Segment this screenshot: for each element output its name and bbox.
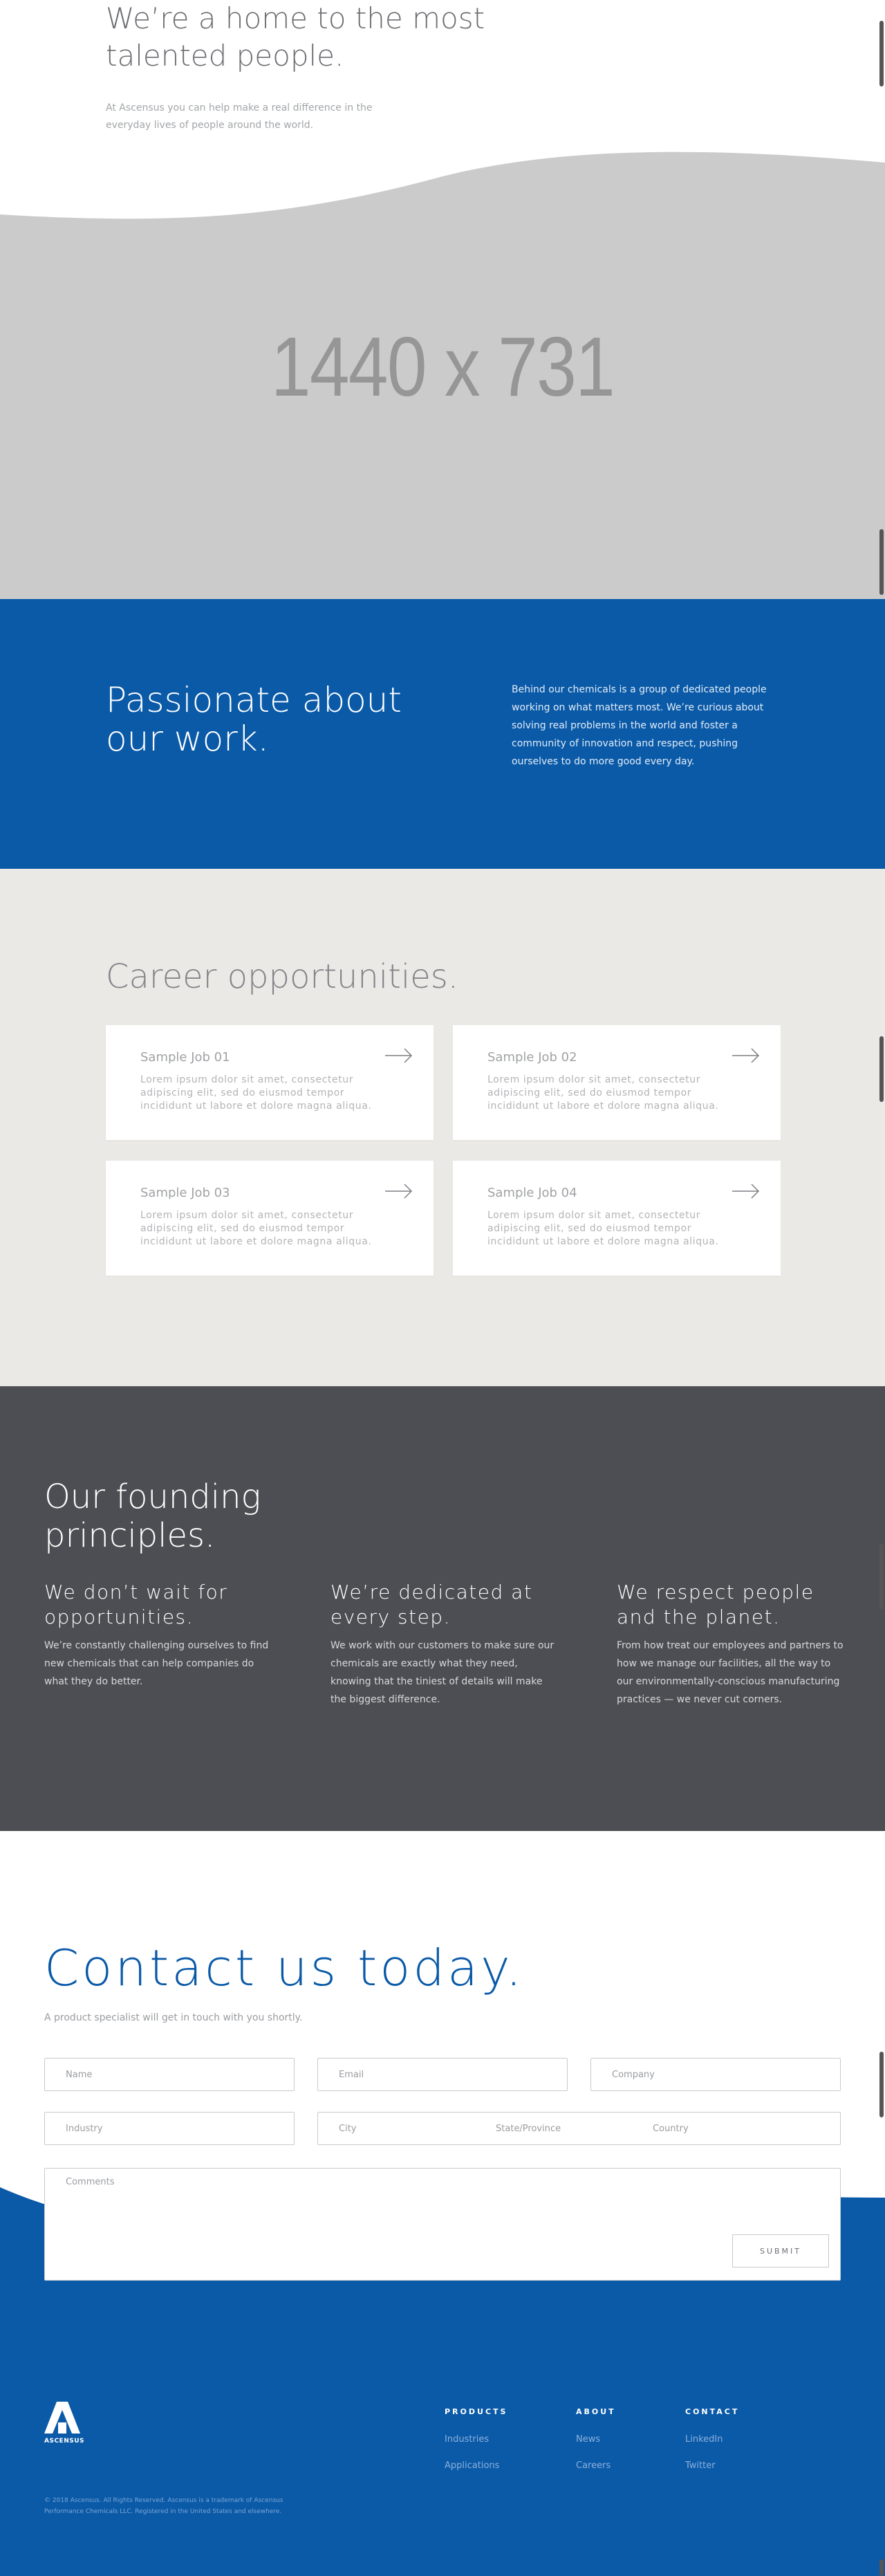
submit-button[interactable]: SUBMIT — [732, 2234, 829, 2267]
footer-column-title: PRODUCTS — [445, 2407, 508, 2416]
scrollbar-thumb[interactable] — [879, 529, 884, 595]
arrow-right-icon[interactable] — [732, 1047, 760, 1064]
scrollbar-thumb[interactable] — [879, 1544, 884, 1610]
comments-field[interactable] — [66, 2177, 688, 2267]
footer-link-linkedin[interactable]: LinkedIn — [685, 2434, 739, 2445]
footer-logo[interactable]: ASCENSUS — [44, 2402, 88, 2445]
arrow-right-icon[interactable] — [385, 1047, 413, 1064]
passion-text: Behind our chemicals is a group of dedic… — [512, 684, 767, 767]
job-card[interactable]: Sample Job 02 Lorem ipsum dolor sit amet… — [453, 1025, 781, 1140]
scrollbar-thumb[interactable] — [879, 1036, 884, 1102]
footer-link-applications[interactable]: Applications — [445, 2460, 507, 2471]
scrollbar-thumb[interactable] — [879, 21, 884, 86]
scrollbar-thumb[interactable] — [879, 2559, 884, 2576]
footer-link-careers[interactable]: Careers — [576, 2460, 616, 2471]
job-description: Lorem ipsum dolor sit amet, consectetur … — [140, 1210, 372, 1247]
passion-section: Passionate about our work. Behind our ch… — [0, 599, 885, 869]
principle-text: We work with our customers to make sure … — [330, 1640, 555, 1705]
arrow-right-icon[interactable] — [385, 1183, 413, 1199]
principle-title: We’re dedicated at every step. — [330, 1581, 533, 1628]
footer-link-news[interactable]: News — [576, 2434, 616, 2445]
passion-title: Passionate about our work. — [106, 680, 402, 759]
footer-link-twitter[interactable]: Twitter — [685, 2460, 739, 2471]
footer-legal: © 2018 Ascensus. All Rights Reserved. As… — [44, 2497, 283, 2515]
state-field[interactable] — [496, 2113, 634, 2144]
job-title: Sample Job 04 — [487, 1186, 577, 1200]
hero-title: We’re a home to the most talented people… — [106, 1, 485, 73]
arrow-right-icon[interactable] — [732, 1183, 760, 1199]
footer-logo-text: ASCENSUS — [44, 2438, 85, 2445]
name-field[interactable] — [44, 2058, 295, 2091]
job-card[interactable]: Sample Job 04 Lorem ipsum dolor sit amet… — [453, 1161, 781, 1276]
comments-box: SUBMIT — [44, 2168, 841, 2281]
hero-subtitle: At Ascensus you can help make a real dif… — [106, 102, 373, 131]
footer-link-industries[interactable]: Industries — [445, 2434, 507, 2445]
principles-section: Our founding principles. We don’t wait f… — [0, 1386, 885, 1831]
job-card[interactable]: Sample Job 01 Lorem ipsum dolor sit amet… — [106, 1025, 434, 1140]
footer-column-title: ABOUT — [576, 2407, 616, 2416]
principle-text: From how treat our employees and partner… — [617, 1640, 844, 1705]
footer-column-about: ABOUT News Careers — [576, 2407, 616, 2487]
job-title: Sample Job 01 — [140, 1050, 230, 1065]
scrollbar-thumb[interactable] — [879, 2052, 884, 2117]
careers-section: Career opportunities. Sample Job 01 Lore… — [0, 869, 885, 1386]
hero-section: We’re a home to the most talented people… — [0, 0, 885, 599]
principle-title: We don’t wait for opportunities. — [44, 1581, 228, 1628]
country-field[interactable] — [653, 2113, 791, 2144]
location-field-group — [317, 2112, 841, 2145]
hero-image-label: 1440 x 731 — [270, 320, 615, 414]
job-description: Lorem ipsum dolor sit amet, consectetur … — [487, 1210, 719, 1247]
job-card[interactable]: Sample Job 03 Lorem ipsum dolor sit amet… — [106, 1161, 434, 1276]
company-field[interactable] — [590, 2058, 841, 2091]
job-title: Sample Job 02 — [487, 1050, 577, 1065]
footer-column-contact: CONTACT LinkedIn Twitter — [685, 2407, 739, 2487]
email-field[interactable] — [317, 2058, 568, 2091]
job-title: Sample Job 03 — [140, 1186, 230, 1200]
footer-column-products: PRODUCTS Industries Applications — [445, 2407, 507, 2487]
principle-text: We’re constantly challenging ourselves t… — [44, 1640, 269, 1687]
principle-item: We respect people and the planet. From h… — [617, 1580, 845, 1709]
ascensus-logo-icon — [44, 2402, 80, 2434]
contact-subtitle: A product specialist will get in touch w… — [44, 2012, 303, 2023]
careers-title: Career opportunities. — [106, 957, 459, 996]
job-description: Lorem ipsum dolor sit amet, consectetur … — [140, 1074, 372, 1112]
job-description: Lorem ipsum dolor sit amet, consectetur … — [487, 1074, 719, 1112]
page: We’re a home to the most talented people… — [0, 0, 885, 2576]
contact-title: Contact us today. — [44, 1939, 525, 1997]
footer-column-title: CONTACT — [685, 2407, 740, 2416]
principle-item: We don’t wait for opportunities. We’re c… — [44, 1580, 272, 1691]
principles-title: Our founding principles. — [44, 1478, 261, 1555]
principle-title: We respect people and the planet. — [617, 1581, 814, 1628]
industry-field[interactable] — [44, 2112, 295, 2145]
contact-section: Contact us today. A product specialist w… — [0, 1831, 885, 2177]
city-field[interactable] — [339, 2113, 477, 2144]
principle-item: We’re dedicated at every step. We work w… — [330, 1580, 559, 1709]
